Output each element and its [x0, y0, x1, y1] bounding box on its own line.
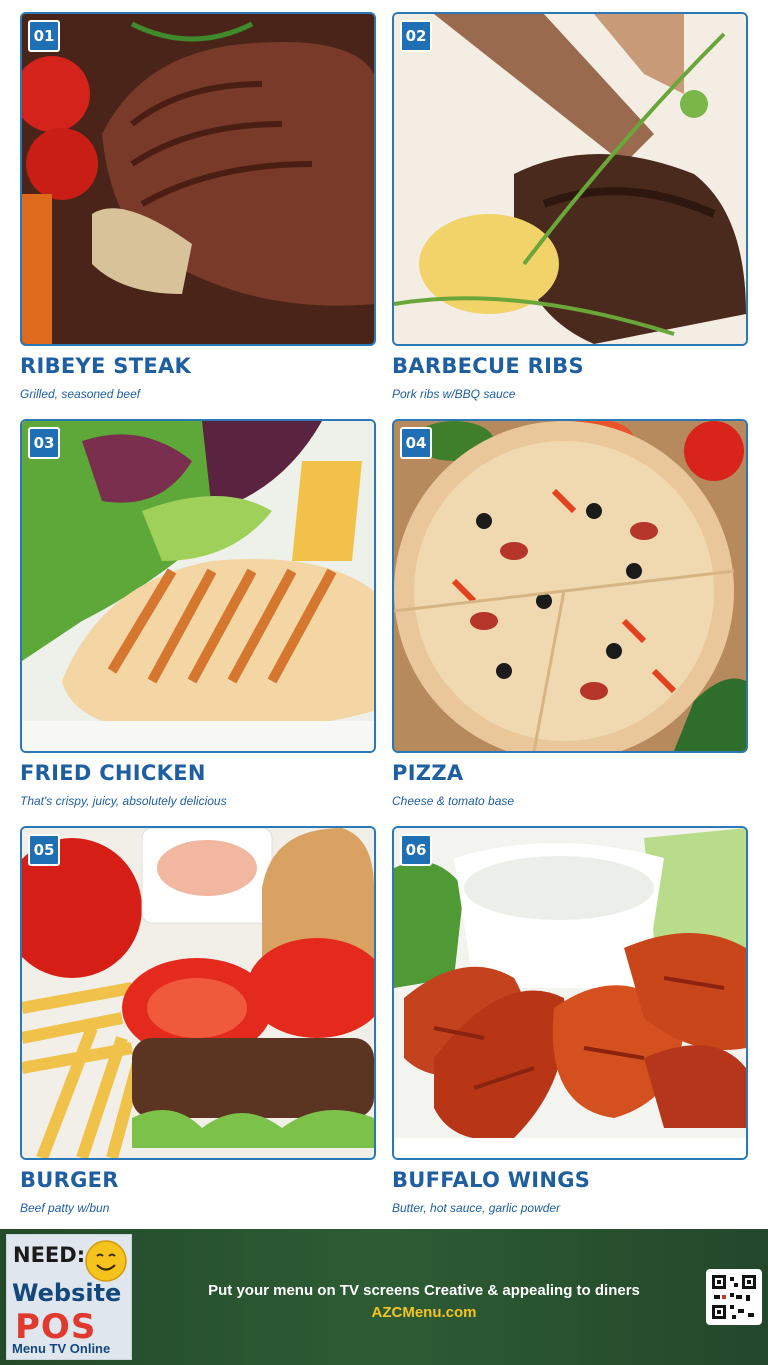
wings-photo: 06 [392, 826, 748, 1160]
footer-site-link[interactable]: AZCMenu.com [150, 1304, 698, 1321]
item-description: Pork ribs w/BBQ sauce [392, 387, 516, 401]
item-number-badge: 02 [400, 20, 432, 52]
item-description: That's crispy, juicy, absolutely delicio… [20, 794, 227, 808]
item-name: BURGER [20, 1168, 119, 1192]
item-description: Grilled, seasoned beef [20, 387, 141, 401]
item-number-badge: 01 [28, 20, 60, 52]
item-description: Cheese & tomato base [392, 794, 515, 808]
website-pos-ad[interactable]: NEED: Website POS Menu TV Online [6, 1234, 132, 1360]
pizza-photo: 04 [392, 419, 748, 753]
item-name: BUFFALO WINGS [392, 1168, 591, 1192]
ad-website-label: Website [12, 1279, 122, 1307]
chicken-photo: 03 [20, 419, 376, 753]
item-number-badge: 06 [400, 834, 432, 866]
item-name: FRIED CHICKEN [20, 761, 206, 785]
item-name: PIZZA [392, 761, 464, 785]
item-number-badge: 03 [28, 427, 60, 459]
item-number-badge: 05 [28, 834, 60, 866]
burger-photo: 05 [20, 826, 376, 1160]
item-description: Butter, hot sauce, garlic powder [392, 1201, 561, 1215]
qr-code-icon[interactable] [706, 1269, 762, 1325]
item-number-badge: 04 [400, 427, 432, 459]
footer-tagline: Put your menu on TV screens Creative & a… [208, 1282, 640, 1299]
ad-menu-tv-label: Menu TV Online [12, 1341, 111, 1356]
item-name: RIBEYE STEAK [20, 354, 192, 378]
item-description: Beef patty w/bun [20, 1201, 110, 1215]
steak-photo: 01 [20, 12, 376, 346]
item-name: BARBECUE RIBS [392, 354, 584, 378]
ribs-photo: 02 [392, 12, 748, 346]
smiley-icon [85, 1240, 127, 1282]
ad-need-label: NEED: [13, 1243, 86, 1267]
